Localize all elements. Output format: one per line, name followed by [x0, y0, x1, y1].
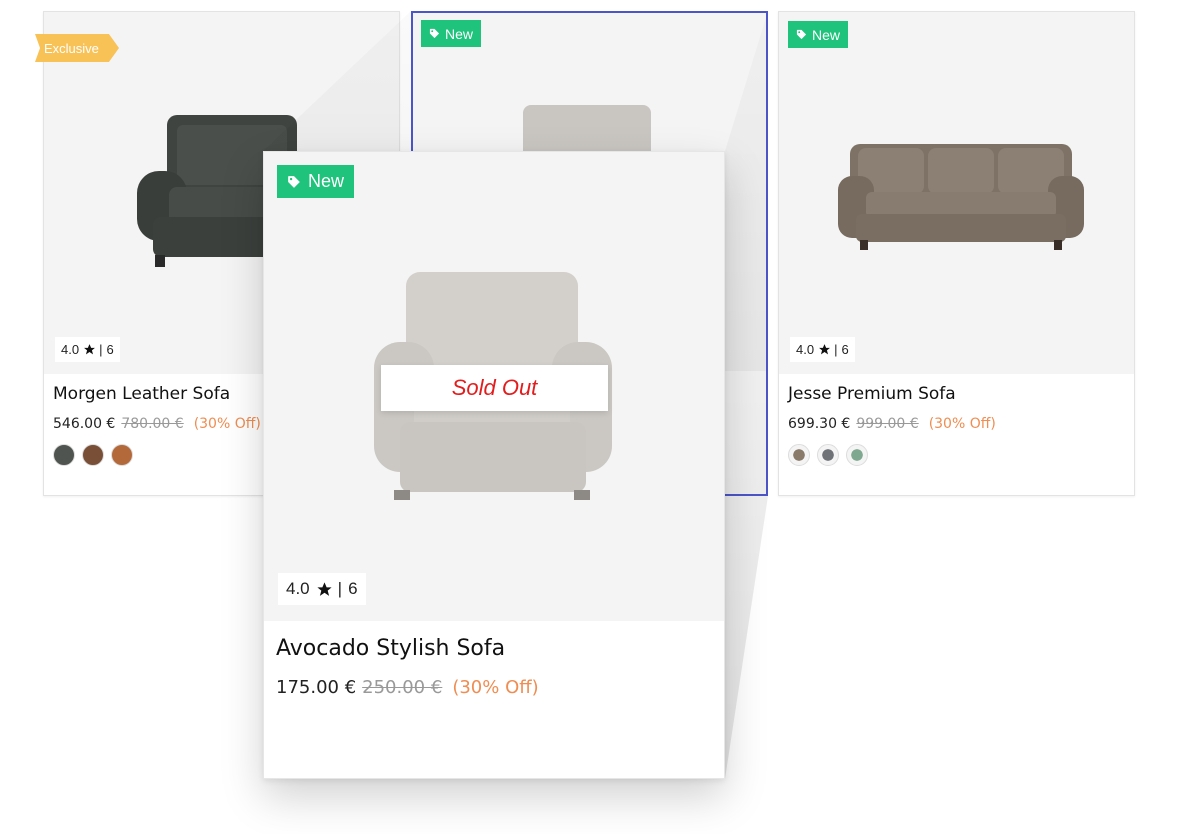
- exclusive-badge: Exclusive: [35, 34, 119, 62]
- rating-badge: 4.0 | 6: [55, 337, 120, 362]
- current-price: 699.30 €: [788, 416, 851, 432]
- tag-icon: [796, 29, 807, 40]
- current-price: 175.00 €: [276, 677, 357, 698]
- price-row: 699.30 € 999.00 € (30% Off): [788, 416, 996, 432]
- new-badge: New: [788, 21, 849, 48]
- review-count: 6: [348, 579, 358, 598]
- product-card-avocado-zoomed[interactable]: Sold Out New 4.0 | 6 Avocado Stylish Sof…: [263, 151, 725, 779]
- swatch-green-sofa[interactable]: [846, 444, 868, 466]
- rating-separator: |: [99, 342, 103, 357]
- tag-icon: [288, 175, 300, 188]
- rating-badge: 4.0 | 6: [790, 337, 855, 362]
- tag-icon: [429, 28, 440, 39]
- swatch-gray-sofa[interactable]: [817, 444, 839, 466]
- swatch-brown[interactable]: [82, 444, 104, 466]
- old-price: 780.00 €: [121, 416, 184, 432]
- product-image-area[interactable]: [779, 12, 1134, 374]
- rating-separator: |: [834, 342, 838, 357]
- swatch-tan[interactable]: [111, 444, 133, 466]
- discount-label: (30% Off): [928, 416, 996, 432]
- old-price: 250.00 €: [362, 677, 443, 698]
- color-swatches: [788, 444, 875, 466]
- swatch-brown-sofa[interactable]: [788, 444, 810, 466]
- star-icon: [317, 581, 332, 596]
- swatch-dark-gray[interactable]: [53, 444, 75, 466]
- rating-value: 4.0: [61, 342, 80, 357]
- rating-badge: 4.0 | 6: [278, 573, 366, 605]
- new-badge: New: [277, 165, 355, 198]
- discount-label: (30% Off): [452, 677, 539, 698]
- rating-value: 4.0: [286, 579, 310, 598]
- rating-separator: |: [337, 579, 343, 598]
- old-price: 999.00 €: [856, 416, 919, 432]
- color-swatches: [53, 444, 140, 466]
- price-row: 175.00 € 250.00 € (30% Off): [276, 677, 539, 698]
- review-count: 6: [841, 342, 849, 357]
- review-count: 6: [106, 342, 114, 357]
- new-badge-label: New: [308, 171, 345, 191]
- star-icon: [84, 344, 95, 355]
- discount-label: (30% Off): [193, 416, 261, 432]
- new-badge-label: New: [812, 26, 841, 43]
- rating-value: 4.0: [796, 342, 815, 357]
- sold-out-label: Sold Out: [381, 365, 608, 411]
- new-badge: New: [421, 20, 482, 47]
- current-price: 546.00 €: [53, 416, 116, 432]
- product-title[interactable]: Jesse Premium Sofa: [788, 384, 956, 404]
- product-card-jesse[interactable]: New 4.0 | 6 Jesse Premium Sofa 699.30 € …: [778, 11, 1135, 496]
- price-row: 546.00 € 780.00 € (30% Off): [53, 416, 261, 432]
- three-seat-sofa-image: [838, 144, 1084, 250]
- product-image-area[interactable]: Sold Out: [264, 152, 724, 621]
- product-title[interactable]: Avocado Stylish Sofa: [276, 636, 505, 661]
- star-icon: [819, 344, 830, 355]
- new-badge-label: New: [445, 25, 474, 42]
- product-title[interactable]: Morgen Leather Sofa: [53, 384, 230, 404]
